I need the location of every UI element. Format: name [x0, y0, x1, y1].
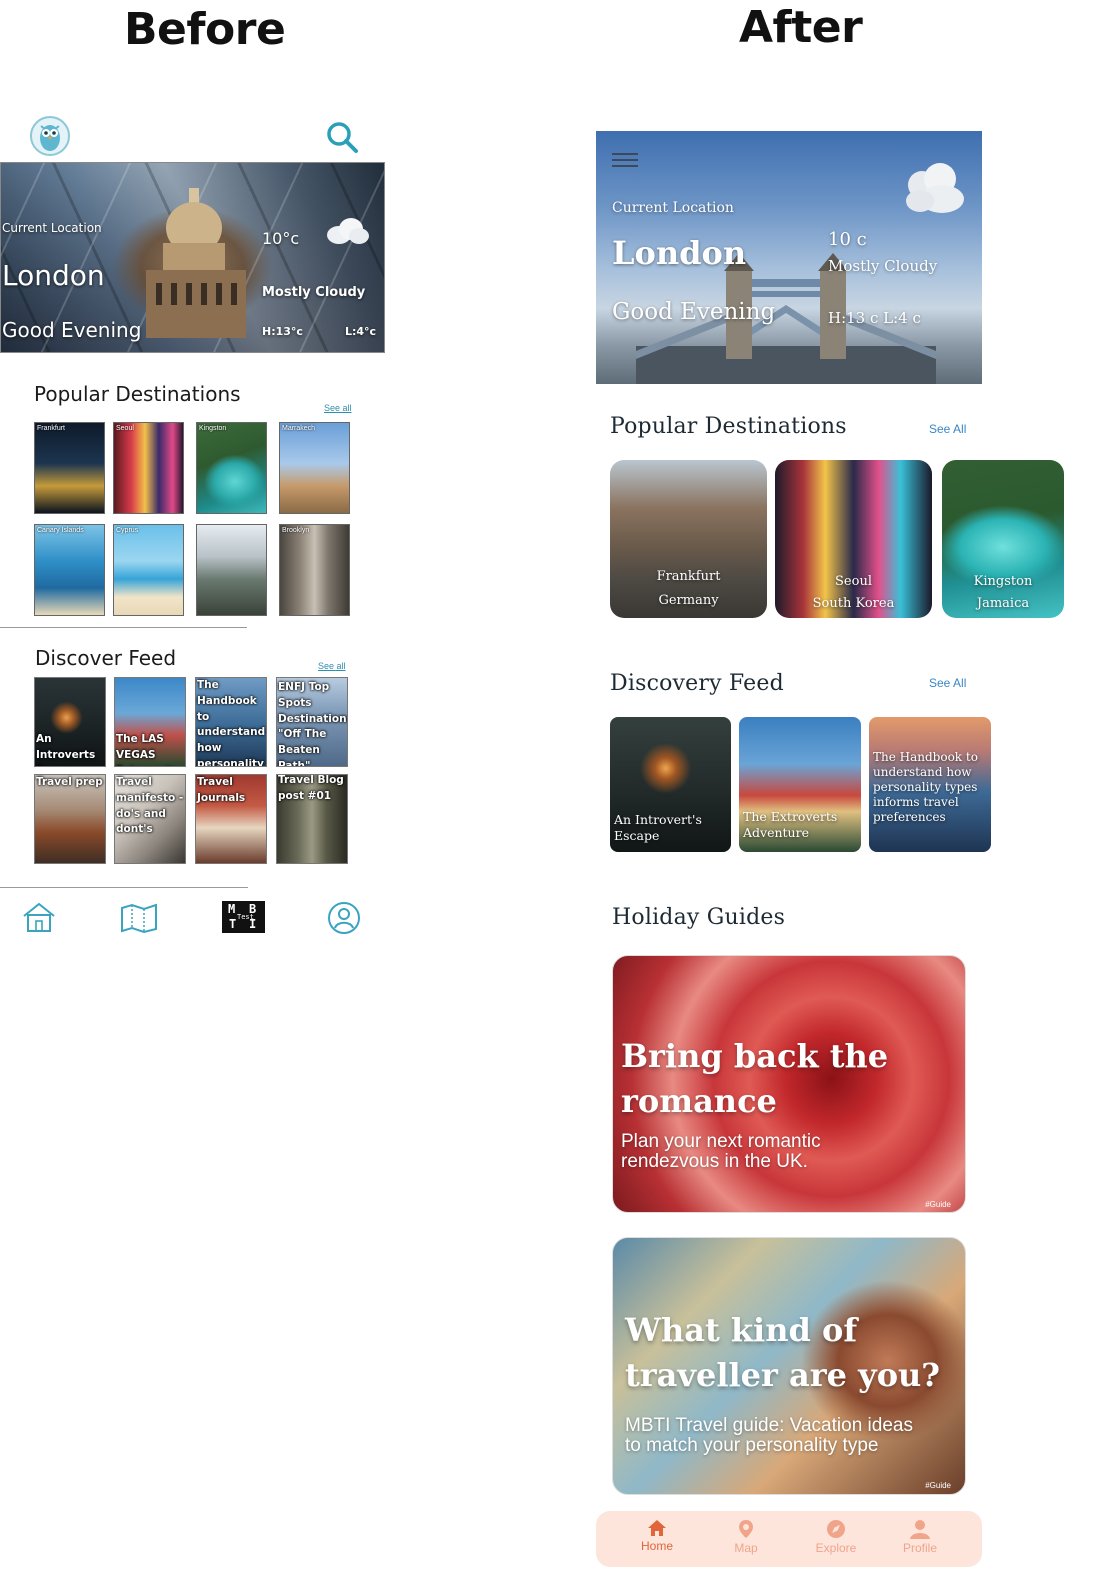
discovery-feed-title: Discovery Feed — [610, 671, 784, 696]
owl-logo-icon[interactable] — [30, 116, 70, 156]
before-heading: Before — [124, 4, 286, 55]
high-temp: H:13°c — [262, 325, 303, 338]
temperature: 10 c — [828, 229, 867, 250]
home-icon — [648, 1520, 666, 1536]
destination-tile-canary-islands[interactable]: Canary Islands — [34, 524, 105, 616]
destination-city: Frankfurt — [656, 569, 721, 584]
nav-item-home[interactable]: Home — [627, 1519, 687, 1553]
destination-city: Kingston — [973, 574, 1033, 589]
weather-hero-card[interactable]: Current Location London Good Evening 10°… — [0, 162, 385, 353]
greeting-text: Good Evening — [612, 299, 776, 325]
nav-item-profile[interactable]: Profile — [890, 1519, 950, 1555]
feed-tile-travel-journals[interactable]: Travel Journals — [195, 774, 267, 864]
mbti-test-button[interactable]: M B Test T I — [222, 901, 265, 933]
destination-card-seoul[interactable]: Seoul South Korea — [775, 460, 932, 618]
destination-card-kingston[interactable]: Kingston Jamaica — [942, 460, 1064, 618]
feed-tile-enfj-top-spots[interactable]: ENFJ Top Spots Destinations "Off The Bea… — [276, 677, 348, 767]
current-location-label: Current Location — [612, 200, 734, 216]
greeting-text: Good Evening — [2, 318, 142, 342]
feed-card-extroverts-adventure[interactable]: The Extroverts Adventure — [739, 717, 861, 852]
guide-headline: Bring back the romance — [621, 1037, 889, 1121]
current-location-label: Current Location — [2, 221, 102, 235]
nav-divider — [0, 887, 248, 888]
feed-tile-travel-manifesto[interactable]: Travel manifesto - do's and dont's — [114, 774, 186, 864]
weather-hero-card[interactable]: Current Location London Good Evening 10 … — [596, 131, 982, 384]
discover-feed-title: Discover Feed — [35, 646, 177, 670]
low-temp: L:4°c — [345, 325, 377, 338]
profile-icon[interactable] — [327, 901, 361, 935]
city-name: London — [2, 259, 105, 292]
destination-country: Germany — [658, 593, 719, 608]
map-icon[interactable] — [120, 903, 158, 933]
home-icon[interactable] — [21, 901, 57, 933]
nav-item-map[interactable]: Map — [716, 1519, 776, 1555]
city-name: London — [612, 234, 747, 272]
destination-tile-seoul[interactable]: Seoul — [113, 422, 184, 514]
person-icon — [910, 1520, 930, 1539]
guide-tag: #Guide — [925, 1481, 951, 1490]
destination-country: South Korea — [812, 596, 895, 611]
st-pauls-cathedral-image — [146, 188, 246, 338]
guide-subtitle: MBTI Travel guide: Vacation ideas to mat… — [625, 1415, 913, 1456]
feed-tile-introverts-escape[interactable]: An Introverts Escape — [34, 677, 106, 767]
temperature: 10°c — [262, 229, 300, 248]
high-low-temp: H:13 c L:4 c — [828, 309, 921, 327]
weather-condition: Mostly Cloudy — [262, 285, 366, 300]
nav-item-explore[interactable]: Explore — [806, 1519, 866, 1555]
compass-icon — [827, 1520, 845, 1538]
holiday-guides-title: Holiday Guides — [612, 905, 786, 930]
popular-destinations-title: Popular Destinations — [610, 414, 847, 439]
destination-tile-brooklyn[interactable]: Brooklyn — [279, 524, 350, 616]
weather-condition: Mostly Cloudy — [828, 257, 938, 275]
map-pin-icon — [739, 1520, 753, 1538]
popular-see-all-link[interactable]: See All — [929, 422, 966, 436]
destination-tile-frankfurt[interactable]: Frankfurt — [34, 422, 105, 514]
guide-card-romance[interactable]: Bring back the romance Plan your next ro… — [612, 955, 966, 1213]
guide-subtitle: Plan your next romantic rendezvous in th… — [621, 1131, 821, 1172]
after-heading: After — [739, 2, 863, 53]
destination-tile-cyprus[interactable]: Cyprus — [113, 524, 184, 616]
popular-see-all-link[interactable]: See all — [324, 403, 352, 413]
feed-see-all-link[interactable]: See All — [929, 676, 966, 690]
guide-tag: #Guide — [925, 1200, 951, 1209]
guide-headline: What kind of traveller are you? — [625, 1311, 941, 1395]
feed-card-handbook[interactable]: The Handbook to understand how personali… — [869, 717, 991, 852]
feed-tile-travel-prep[interactable]: Travel prep — [34, 774, 106, 864]
search-icon[interactable] — [325, 120, 359, 154]
popular-destinations-title: Popular Destinations — [34, 382, 241, 406]
section-divider — [0, 627, 247, 628]
feed-tile-extroverts[interactable]: The LAS VEGAS Extroverts — [114, 677, 186, 767]
feed-tile-travel-blog[interactable]: Travel Blog post #01 — [276, 774, 348, 864]
feed-see-all-link[interactable]: See all — [318, 661, 346, 671]
destination-tile-marrakech[interactable]: Marrakech — [279, 422, 350, 514]
cloud-icon — [327, 218, 369, 244]
guide-card-traveller-type[interactable]: What kind of traveller are you? MBTI Tra… — [612, 1237, 966, 1495]
feed-card-introverts-escape[interactable]: An Introvert's Escape — [610, 717, 731, 852]
hamburger-menu-icon[interactable] — [612, 152, 638, 168]
bottom-nav-bar: Home Map Explore Profile — [596, 1511, 982, 1567]
destination-city: Seoul — [835, 574, 872, 589]
feed-tile-handbook[interactable]: The Handbook to understand how personali… — [195, 677, 267, 767]
cloud-icon — [906, 163, 964, 213]
destination-tile-kingston[interactable]: Kingston — [196, 422, 267, 514]
destination-tile-street[interactable] — [196, 524, 267, 616]
destination-country: Jamaica — [976, 596, 1030, 611]
destination-card-frankfurt[interactable]: Frankfurt Germany — [610, 460, 767, 618]
